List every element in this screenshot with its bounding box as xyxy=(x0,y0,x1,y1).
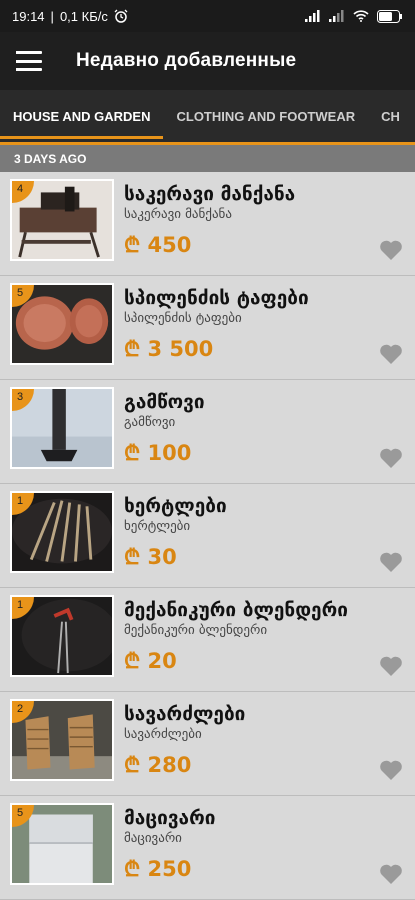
item-photo: 1 xyxy=(10,595,114,677)
list-item[interactable]: 1 მექანიკური ბლენდერი მექანიკური ბლენდერ… xyxy=(0,588,415,692)
item-subtitle: საკერავი მანქანა xyxy=(124,207,232,222)
item-title: ხერტლები xyxy=(124,495,227,517)
item-price: ₾ 100 xyxy=(124,441,192,465)
category-tabs: HOUSE AND GARDEN CLOTHING AND FOOTWEAR C… xyxy=(0,90,415,142)
favorite-heart-icon[interactable] xyxy=(379,759,403,781)
status-time: 19:14 xyxy=(12,8,45,24)
wifi-icon xyxy=(353,10,369,22)
signal-icon xyxy=(305,10,321,22)
battery-icon xyxy=(377,9,403,23)
tab-clothing-and-footwear[interactable]: CLOTHING AND FOOTWEAR xyxy=(163,109,368,139)
signal-2-icon xyxy=(329,10,345,22)
item-title: სპილენძის ტაფები xyxy=(124,287,309,309)
item-list: 4 საკერავი მანქანა საკერავი მანქანა ₾ 45… xyxy=(0,172,415,900)
list-item[interactable]: 2 სავარძლები სავარძლები ₾ 280 xyxy=(0,692,415,796)
item-subtitle: მაცივარი xyxy=(124,831,182,846)
list-item[interactable]: 5 მაცივარი მაცივარი ₾ 250 xyxy=(0,796,415,900)
hamburger-menu-icon[interactable] xyxy=(16,51,42,71)
favorite-heart-icon[interactable] xyxy=(379,655,403,677)
item-photo: 1 xyxy=(10,491,114,573)
alarm-icon xyxy=(114,9,128,23)
app-bar: Недавно добавленные xyxy=(0,32,415,90)
item-subtitle: მექანიკური ბლენდერი xyxy=(124,623,268,638)
status-speed: 0,1 КБ/с xyxy=(59,8,108,24)
list-item[interactable]: 4 საკერავი მანქანა საკერავი მანქანა ₾ 45… xyxy=(0,172,415,276)
item-price: ₾ 30 xyxy=(124,545,177,569)
page-title: Недавно добавленные xyxy=(76,50,297,71)
list-item[interactable]: 5 სპილენძის ტაფები სპილენძის ტაფები ₾ 3 … xyxy=(0,276,415,380)
item-subtitle: გამწოვი xyxy=(124,415,176,430)
item-subtitle: სპილენძის ტაფები xyxy=(124,311,242,326)
status-bar: 19:14 | 0,1 КБ/с 59 xyxy=(0,0,415,32)
favorite-heart-icon[interactable] xyxy=(379,551,403,573)
item-subtitle: ხერტლები xyxy=(124,519,191,534)
favorite-heart-icon[interactable] xyxy=(379,447,403,469)
item-price: ₾ 280 xyxy=(124,753,192,777)
item-title: მექანიკური ბლენდერი xyxy=(124,599,348,621)
item-photo: 2 xyxy=(10,699,114,781)
item-subtitle: სავარძლები xyxy=(124,727,202,742)
item-price: ₾ 20 xyxy=(124,649,177,673)
tab-next[interactable]: CH xyxy=(368,109,413,139)
favorite-heart-icon[interactable] xyxy=(379,343,403,365)
item-title: გამწოვი xyxy=(124,391,205,413)
item-price: ₾ 3 500 xyxy=(124,337,214,361)
item-photo: 5 xyxy=(10,803,114,885)
favorite-heart-icon[interactable] xyxy=(379,863,403,885)
list-item[interactable]: 3 გამწოვი გამწოვი ₾ 100 xyxy=(0,380,415,484)
section-header: 3 DAYS AGO xyxy=(0,142,415,172)
favorite-heart-icon[interactable] xyxy=(379,239,403,261)
item-photo: 4 xyxy=(10,179,114,261)
item-title: სავარძლები xyxy=(124,703,246,725)
tab-house-and-garden[interactable]: HOUSE AND GARDEN xyxy=(0,109,164,139)
list-item[interactable]: 1 ხერტლები ხერტლები ₾ 30 xyxy=(0,484,415,588)
item-price: ₾ 250 xyxy=(124,857,192,881)
item-photo: 5 xyxy=(10,283,114,365)
item-title: მაცივარი xyxy=(124,807,216,829)
item-price: ₾ 450 xyxy=(124,233,192,257)
item-title: საკერავი მანქანა xyxy=(124,183,296,205)
item-photo: 3 xyxy=(10,387,114,469)
